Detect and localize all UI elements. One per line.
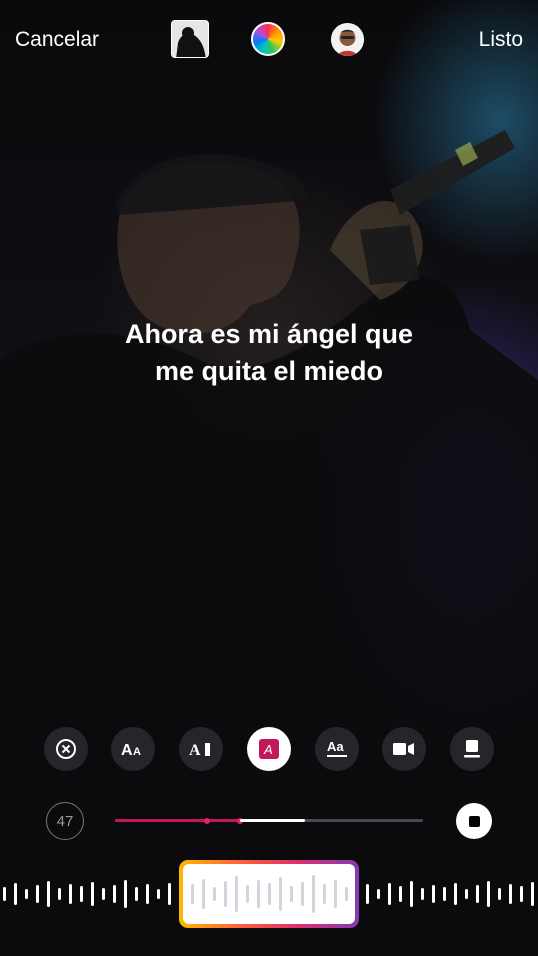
waveform-bar [487, 881, 490, 907]
waveform-bar [421, 888, 424, 900]
selected-waveform-bar [334, 880, 337, 908]
selected-waveform-bar [246, 885, 249, 903]
video-icon [393, 743, 414, 755]
style-toolbar: A A A A Aa [0, 727, 538, 771]
selected-waveform-bar [191, 884, 194, 904]
selected-waveform-bar [235, 876, 238, 912]
album-art-icon [172, 21, 208, 57]
selected-waveform-bar [279, 877, 282, 911]
waveform-bar [531, 882, 534, 906]
done-button[interactable]: Listo [479, 28, 523, 52]
waveform-bar [47, 881, 50, 907]
album-cover-thumbnail[interactable] [171, 20, 209, 58]
selected-waveform-bar [213, 887, 216, 901]
lyrics-line-2: me quita el miedo [154, 356, 384, 386]
selected-waveform-bar [312, 875, 315, 913]
waveform-bar [91, 882, 94, 906]
waveform-bar [377, 889, 380, 899]
selected-waveform-bar [268, 883, 271, 905]
waveform-bar [124, 880, 127, 908]
waveform-bar [454, 883, 457, 905]
selected-waveform-bar [224, 881, 227, 907]
cursor-style-button[interactable]: A [179, 727, 223, 771]
waveform-bar [58, 888, 61, 900]
waveform-bar [36, 885, 39, 903]
color-picker-icon[interactable] [251, 22, 285, 56]
selected-waveform [191, 875, 348, 913]
avatar-sticker-icon[interactable] [331, 23, 364, 56]
text-cursor-icon: A [189, 742, 210, 758]
waveform-bar [80, 886, 83, 902]
waveform-bar [69, 884, 72, 904]
close-circle-icon [56, 739, 76, 759]
waveform-bar [498, 888, 501, 900]
selected-waveform-bar [345, 887, 348, 901]
typewriter-style-button[interactable]: A A [111, 727, 155, 771]
stop-icon [468, 815, 480, 827]
selected-waveform-bar [202, 879, 205, 909]
played-portion [115, 819, 240, 822]
duration-badge[interactable]: 47 [46, 802, 84, 840]
svg-text:A: A [121, 742, 133, 758]
waveform-bar [102, 888, 105, 900]
waveform-bar [25, 889, 28, 899]
waveform-bar [366, 884, 369, 904]
stop-button[interactable] [456, 803, 492, 839]
waveform-bar [14, 883, 17, 905]
lyric-marker [204, 817, 210, 824]
waveform-bar [520, 886, 523, 902]
waveform-bar [135, 887, 138, 901]
video-style-button[interactable] [382, 727, 426, 771]
waveform-bar [476, 885, 479, 903]
waveform-bar [399, 886, 402, 902]
font-size-icon: A A [121, 742, 141, 758]
lyrics-text[interactable]: Ahora es mi ángel que me quita el miedo [0, 316, 538, 390]
clip-selector[interactable] [179, 860, 359, 928]
underline-text-icon: Aa [327, 739, 347, 757]
svg-text:A: A [189, 742, 201, 758]
selected-waveform-bar [257, 880, 260, 908]
playback-progress-bar[interactable] [115, 817, 423, 824]
svg-text:Aa: Aa [327, 739, 344, 754]
waveform-bar [3, 887, 6, 901]
selected-waveform-bar [323, 884, 326, 904]
waveform-bar [168, 883, 171, 905]
svg-text:A: A [263, 742, 273, 757]
memoji-icon [331, 23, 364, 56]
card-style-button[interactable] [450, 727, 494, 771]
remove-style-button[interactable] [44, 727, 88, 771]
svg-text:A: A [133, 746, 141, 758]
waveform-bar [465, 889, 468, 899]
waveform-bar [113, 885, 116, 903]
top-bar: Cancelar Listo [0, 18, 538, 62]
selected-waveform-bar [301, 882, 304, 906]
story-editor-screen: Cancelar Listo Ahora es mi ángel que me … [0, 0, 538, 956]
waveform-bar [410, 881, 413, 907]
highlight-style-button[interactable]: A [247, 727, 291, 771]
waveform-bar [388, 883, 391, 905]
lyrics-line-1: Ahora es mi ángel que [124, 319, 414, 349]
underline-style-button[interactable]: Aa [315, 727, 359, 771]
waveform-bar [146, 884, 149, 904]
cancel-button[interactable]: Cancelar [15, 28, 99, 52]
card-icon [464, 740, 480, 758]
waveform-bar [443, 887, 446, 901]
waveform-bar [432, 885, 435, 903]
waveform-bar [509, 884, 512, 904]
highlight-text-icon: A [259, 739, 279, 759]
selected-portion [240, 819, 305, 822]
waveform-bar [157, 889, 160, 899]
selected-waveform-bar [290, 886, 293, 902]
clip-selector-window [183, 864, 355, 924]
